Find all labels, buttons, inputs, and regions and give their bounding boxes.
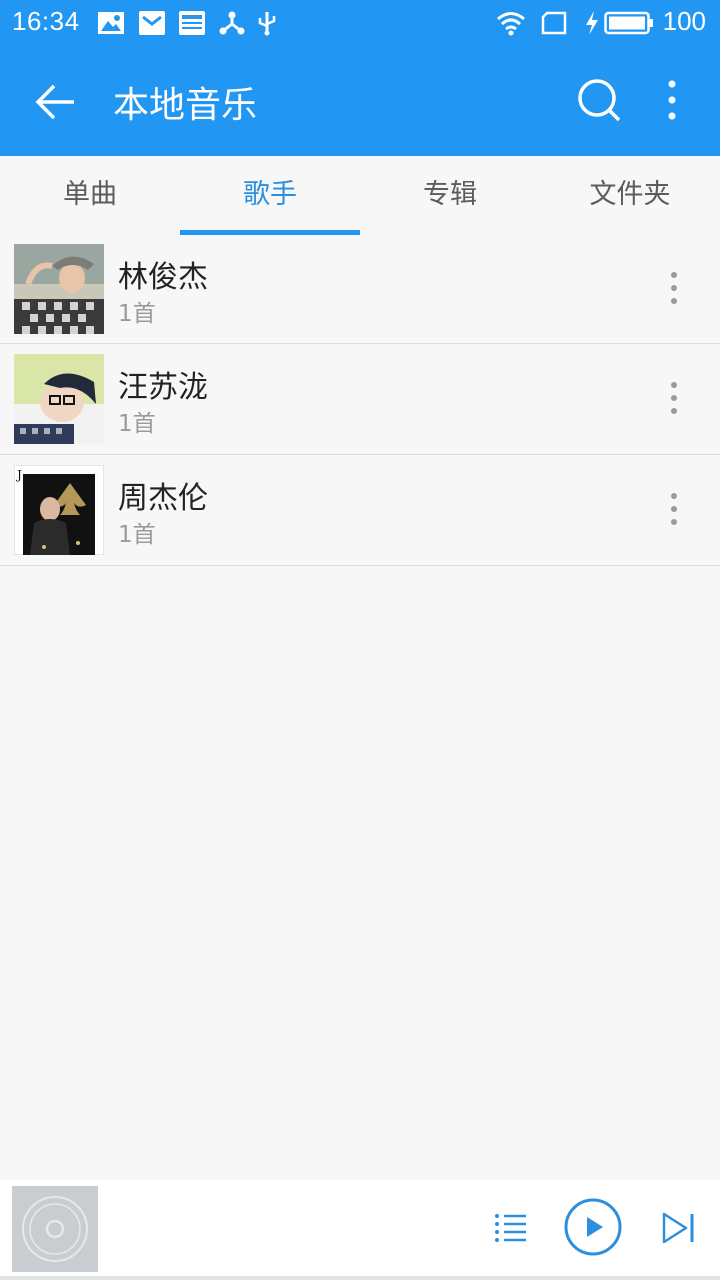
artist-thumbnail: [14, 354, 104, 444]
more-vertical-icon: [668, 80, 676, 120]
artist-name: 林俊杰: [118, 260, 208, 295]
playlist-icon: [495, 1214, 526, 1242]
play-icon: [564, 1198, 622, 1256]
back-button[interactable]: [22, 74, 82, 130]
wifi-icon: [497, 12, 525, 36]
now-playing-art[interactable]: [12, 1186, 98, 1272]
tab-songs[interactable]: 单曲: [0, 156, 180, 236]
app-bar: 本地音乐: [0, 46, 720, 156]
item-more-button[interactable]: [654, 262, 694, 318]
page-title: 本地音乐: [113, 85, 258, 126]
back-arrow-icon: [35, 84, 74, 120]
mini-player: [0, 1180, 720, 1280]
image-icon: [98, 12, 124, 34]
news-icon: [179, 11, 205, 35]
tab-bar: 单曲 歌手 专辑 文件夹: [0, 156, 720, 236]
usb-icon: [258, 12, 276, 36]
search-button[interactable]: [572, 72, 628, 128]
next-button[interactable]: [654, 1202, 706, 1254]
battery-level: 100: [662, 6, 706, 36]
charging-icon: [586, 11, 598, 35]
tab-indicator: [180, 230, 360, 235]
tab-albums[interactable]: 专辑: [360, 156, 540, 236]
more-options-button[interactable]: [650, 72, 694, 128]
more-vertical-icon: [671, 382, 677, 414]
item-more-button[interactable]: [654, 372, 694, 428]
search-icon: [578, 79, 621, 122]
mail-icon: [139, 11, 165, 35]
artist-thumbnail: [14, 244, 104, 334]
battery-icon: [604, 11, 653, 35]
sim-icon: [541, 11, 567, 35]
artist-thumbnail: J: [14, 465, 104, 555]
tab-folders[interactable]: 文件夹: [540, 156, 720, 236]
playlist-button[interactable]: [484, 1202, 536, 1254]
tab-artists[interactable]: 歌手: [180, 156, 360, 236]
play-button[interactable]: [562, 1196, 624, 1258]
artist-list: 林俊杰 1首 汪苏泷 1首 J 周杰伦 1首: [0, 236, 720, 566]
song-count: 1首: [118, 411, 156, 437]
list-item[interactable]: 林俊杰 1首: [0, 236, 720, 344]
more-vertical-icon: [671, 272, 677, 304]
item-more-button[interactable]: [654, 483, 694, 539]
status-bar: 16:34 100: [0, 0, 720, 46]
artist-name: 周杰伦: [118, 481, 208, 516]
song-count: 1首: [118, 522, 156, 548]
more-vertical-icon: [671, 493, 677, 525]
next-icon: [662, 1212, 694, 1244]
list-item[interactable]: J 周杰伦 1首: [0, 455, 720, 566]
status-time: 16:34: [12, 6, 80, 36]
share-icon: [219, 11, 245, 35]
disc-placeholder-icon: [22, 1196, 88, 1262]
list-item[interactable]: 汪苏泷 1首: [0, 344, 720, 455]
svg-text:J: J: [15, 468, 22, 482]
artist-name: 汪苏泷: [118, 370, 208, 405]
bottom-divider: [0, 1276, 720, 1280]
song-count: 1首: [118, 301, 156, 327]
